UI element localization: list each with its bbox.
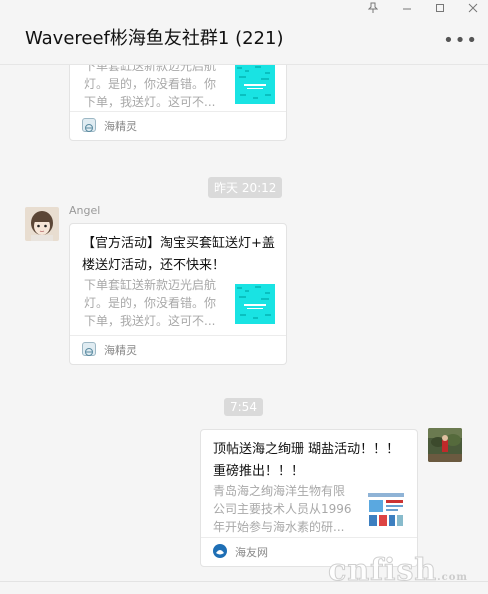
watermark-logo: cnfish.com [328,553,468,589]
chat-area[interactable]: 下单套缸送新款迈光启航灯。是的，你没看错。你下单，我送灯。这可不... 海精灵 … [0,65,488,594]
title-bar: Wavereef彬海鱼友社群1 (221) ••• [0,0,488,65]
card-title: 顶帖送海之绚珊 瑚盐活动！！！重磅推出！！！ [213,442,400,479]
chat-title: Wavereef彬海鱼友社群1 (221) [25,28,284,49]
card-thumbnail [235,284,275,324]
link-card[interactable]: 下单套缸送新款迈光启航灯。是的，你没看错。你下单，我送灯。这可不... 海精灵 [69,65,287,141]
card-description: 下单套缸送新款迈光启航灯。是的，你没看错。你下单，我送灯。这可不... [84,65,217,109]
card-thumbnail [235,65,275,104]
avatar[interactable] [428,428,462,462]
card-title: 【官方活动】淘宝买套缸送灯+盖楼送灯活动，还不快来！ [82,236,275,273]
app-icon [82,342,96,356]
app-icon [82,118,96,132]
card-description: 下单套缸送新款迈光启航灯。是的，你没看错。你下单，我送灯。这可不... [84,278,217,328]
card-footer: 海精灵 [70,111,286,140]
link-card[interactable]: 顶帖送海之绚珊 瑚盐活动！！！重磅推出！！！ 青岛海之绚海洋生物有限公司主要技术… [200,429,418,567]
link-card[interactable]: 【官方活动】淘宝买套缸送灯+盖楼送灯活动，还不快来！ 下单套缸送新款迈光启航灯。… [69,223,287,365]
close-icon[interactable] [462,2,484,18]
pin-icon[interactable] [362,2,384,18]
card-source: 海精灵 [104,120,137,133]
card-source: 海精灵 [104,344,137,357]
timestamp: 昨天 20:12 [208,177,283,198]
timestamp: 7:54 [224,398,263,416]
watermark-suffix: .com [437,572,468,583]
maximize-icon[interactable] [429,2,451,18]
card-thumbnail [366,490,406,530]
sender-name: Angel [69,204,101,217]
watermark-text: cnfish [328,553,438,589]
more-options-icon[interactable]: ••• [443,30,478,51]
card-source: 海友网 [235,546,268,559]
card-footer: 海精灵 [70,335,286,364]
minimize-icon[interactable] [396,2,418,18]
avatar[interactable] [25,207,59,241]
app-icon [213,544,227,558]
card-description: 青岛海之绚海洋生物有限公司主要技术人员从1996年开始参与海水素的研... [213,484,352,534]
